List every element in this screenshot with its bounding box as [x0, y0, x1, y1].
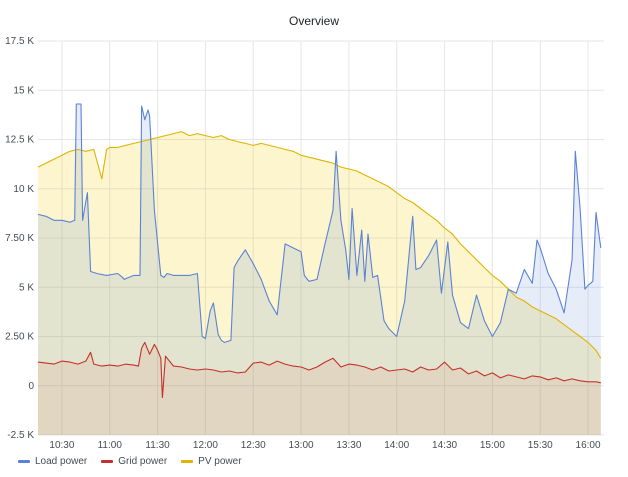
x-tick-label: 15:00	[480, 440, 505, 451]
legend-label-grid: Grid power	[118, 456, 168, 467]
x-tick-label: 15:30	[528, 440, 553, 451]
x-tick-label: 11:30	[145, 440, 170, 451]
legend-swatch-load	[18, 460, 30, 463]
y-tick-label: -2.5 K	[7, 430, 34, 441]
x-tick-label: 13:30	[336, 440, 361, 451]
y-tick-label: 17.5 K	[5, 36, 34, 47]
x-tick-label: 16:00	[576, 440, 601, 451]
x-tick-label: 14:30	[432, 440, 457, 451]
chart-svg: -2.5 K 0 2.50 K 5 K 7.50 K 10 K 12.5 K 15 K 17.5…	[5, 36, 604, 451]
y-tick-label: 7.50 K	[5, 233, 34, 244]
legend-swatch-pv	[181, 460, 194, 463]
legend-item-load[interactable]: Load power	[18, 456, 87, 467]
x-tick-label: 12:30	[241, 440, 266, 451]
legend-label-load: Load power	[35, 456, 88, 467]
y-tick-label: 5 K	[19, 282, 34, 293]
legend: Load power Grid power PV power	[18, 456, 242, 467]
legend-label-pv: PV power	[198, 456, 242, 467]
x-tick-label: 13:00	[289, 440, 314, 451]
chart-panel: Overview -2.5 K 0 2.50 K5 K 7.50 K 10 K 12.5 …	[0, 0, 628, 477]
y-tick-label: 15 K	[13, 85, 34, 96]
x-tick-label: 10:30	[49, 440, 74, 451]
y-tick-label: 0	[28, 381, 34, 392]
legend-swatch-grid	[101, 460, 114, 463]
y-tick-label: 10 K	[13, 184, 34, 195]
x-tick-label: 11:00	[98, 440, 123, 451]
y-tick-label: 2.50 K	[5, 332, 34, 343]
legend-item-pv[interactable]: PV power	[181, 456, 242, 467]
y-tick-label: 12.5 K	[5, 135, 34, 146]
x-tick-label: 12:00	[193, 440, 218, 451]
legend-item-grid[interactable]: Grid power	[101, 456, 167, 467]
x-tick-label: 14:00	[384, 440, 409, 451]
